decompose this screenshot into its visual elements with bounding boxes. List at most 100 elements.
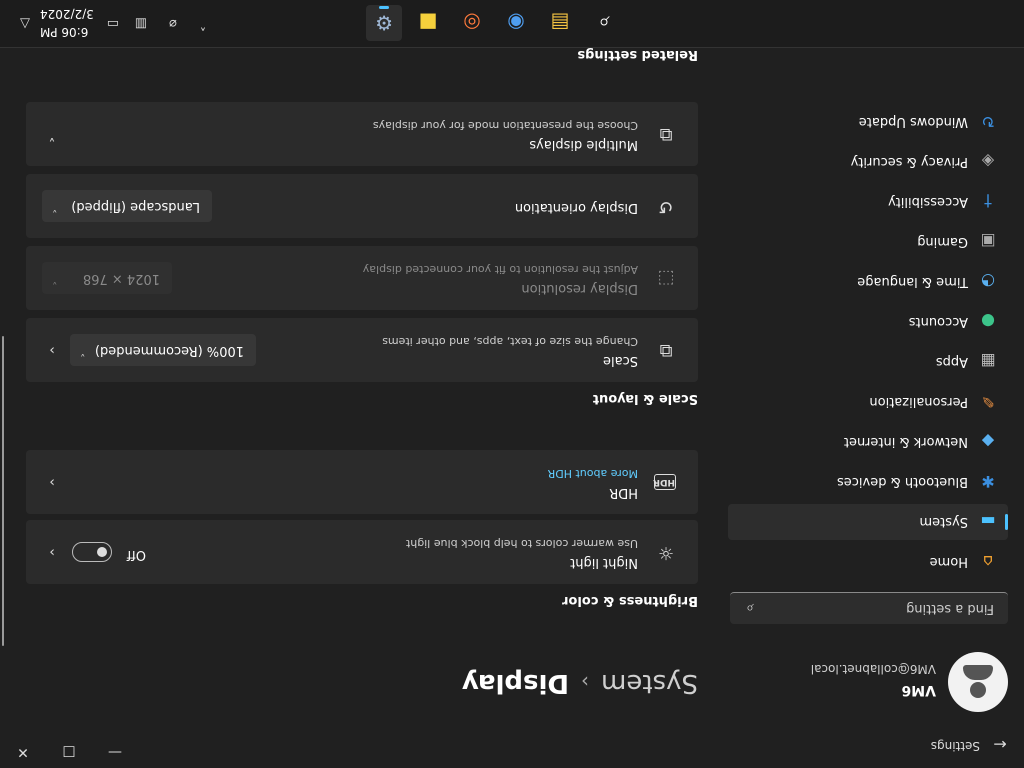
sidebar-item-label: Privacy & security xyxy=(850,154,968,170)
scale-dropdown[interactable]: 100% (Recommended) ˅ xyxy=(70,334,256,366)
hdr-more-link[interactable]: More about HDR xyxy=(548,467,638,480)
minimize-button[interactable]: — xyxy=(92,736,138,768)
toggle-knob xyxy=(97,547,107,557)
sidebar-item-label: Accounts xyxy=(908,314,968,330)
user-profile[interactable]: VM6 VM6@collabnet.local xyxy=(728,648,1008,712)
sidebar-item-network-internet[interactable]: ◆ Network & internet xyxy=(728,424,1008,460)
multiple-displays-card[interactable]: ⧉ Multiple displays Choose the presentat… xyxy=(26,102,698,166)
clock-date: 3/2/2024 xyxy=(40,7,94,21)
scale-value: 100% (Recommended) xyxy=(94,343,244,358)
sidebar-item-system[interactable]: ▬ System xyxy=(728,504,1008,540)
hdr-card[interactable]: HDR HDR More about HDR › xyxy=(26,450,698,514)
resolution-title: Display resolution xyxy=(521,281,638,296)
avatar-head xyxy=(970,682,986,698)
multiple-displays-title: Multiple displays xyxy=(529,137,638,152)
sidebar-item-accessibility[interactable]: † Accessibility xyxy=(728,184,1008,220)
sidebar-item-apps[interactable]: ▦ Apps xyxy=(728,344,1008,380)
network-icon: ◆ xyxy=(981,432,995,452)
orientation-icon: ↺ xyxy=(658,196,674,217)
home-icon: ⌂ xyxy=(982,552,994,572)
night-light-card[interactable]: ☼ Night light Use warmer colors to help … xyxy=(26,520,698,584)
sticky-notes-icon[interactable]: ■ xyxy=(410,5,446,41)
sidebar-item-label: Bluetooth & devices xyxy=(837,474,968,490)
night-light-state: Off xyxy=(126,547,146,562)
tray-overflow-chevron-icon[interactable]: ˄ xyxy=(192,13,214,33)
resolution-subtitle: Adjust the resolution to fit your connec… xyxy=(362,263,638,276)
firefox-icon[interactable]: ◎ xyxy=(454,5,490,41)
close-button[interactable]: ✕ xyxy=(0,736,46,768)
search-placeholder: Find a setting xyxy=(906,601,994,616)
sidebar-item-label: Accessibility xyxy=(888,194,968,210)
sun-icon: ☼ xyxy=(657,542,675,563)
sidebar-item-personalization[interactable]: ✎ Personalization xyxy=(728,384,1008,420)
chevron-right-icon[interactable]: › xyxy=(42,542,62,562)
accessibility-icon: † xyxy=(984,192,992,212)
back-button[interactable]: ← xyxy=(986,732,1014,756)
resolution-card: ⬚ Display resolution Adjust the resoluti… xyxy=(26,246,698,310)
notification-bell-icon[interactable]: △ xyxy=(14,13,36,33)
scrollbar[interactable] xyxy=(2,336,4,646)
sidebar-item-gaming[interactable]: ▣ Gaming xyxy=(728,224,1008,260)
chevron-down-icon: ˅ xyxy=(80,345,86,358)
sidebar-item-label: Gaming xyxy=(917,234,968,250)
app-title: Settings xyxy=(930,739,980,753)
maximize-button[interactable]: □ xyxy=(46,736,92,768)
section-scale-layout: Scale & layout xyxy=(592,391,698,406)
orientation-title: Display orientation xyxy=(514,200,638,215)
section-brightness: Brightness & color xyxy=(562,593,698,608)
search-icon[interactable]: ⌕ xyxy=(586,5,622,41)
hdr-title: HDR xyxy=(609,485,638,500)
search-box[interactable]: Find a setting ⌕ xyxy=(730,592,1008,624)
avatar-body xyxy=(963,665,993,680)
page-title: Display xyxy=(461,668,570,698)
sidebar-item-label: Home xyxy=(929,554,968,570)
chevron-down-icon: ˅ xyxy=(52,273,58,286)
sidebar-item-privacy-security[interactable]: ◈ Privacy & security xyxy=(728,144,1008,180)
orientation-card[interactable]: ↺ Display orientation Landscape (flipped… xyxy=(26,174,698,238)
bluetooth-icon: ✱ xyxy=(981,472,995,492)
orientation-value: Landscape (flipped) xyxy=(71,199,200,214)
accounts-icon: ● xyxy=(981,312,995,332)
chevron-down-icon[interactable]: ˅ xyxy=(42,124,62,144)
sidebar-item-label: Personalization xyxy=(869,394,968,410)
sidebar-item-home[interactable]: ⌂ Home xyxy=(728,544,1008,580)
scale-card[interactable]: ⧉ Scale Change the size of text, apps, a… xyxy=(26,318,698,382)
chevron-right-icon[interactable]: › xyxy=(42,340,62,360)
gamepad-icon: ▣ xyxy=(980,232,996,252)
user-email: VM6@collabnet.local xyxy=(810,662,936,676)
chrome-icon[interactable]: ◉ xyxy=(498,5,534,41)
sidebar-item-bluetooth-devices[interactable]: ✱ Bluetooth & devices xyxy=(728,464,1008,500)
navigation-pane: VM6 VM6@collabnet.local Find a setting ⌕… xyxy=(714,50,1024,720)
sidebar-item-accounts[interactable]: ● Accounts xyxy=(728,304,1008,340)
hdr-icon: HDR xyxy=(653,474,676,490)
multiple-displays-subtitle: Choose the presentation mode for your di… xyxy=(372,119,638,132)
resolution-dropdown: 1024 × 768 ˅ xyxy=(42,262,172,294)
clock[interactable]: 6:06 PM 3/2/2024 xyxy=(40,5,94,41)
sidebar-item-time-language[interactable]: ◔ Time & language xyxy=(728,264,1008,300)
breadcrumb-parent[interactable]: System xyxy=(601,668,698,698)
taskbar: ⌕ ▤ ◉ ◎ ■ ⚙ ˄ ⌀ ▥ ▭ 6:06 PM 3/2/2024 △ xyxy=(0,0,1024,48)
chevron-right-icon[interactable]: › xyxy=(42,472,62,492)
display-icon[interactable]: ▥ xyxy=(130,13,152,33)
scale-icon: ⧉ xyxy=(659,340,673,361)
title-bar: ← Settings — □ ✕ xyxy=(0,720,1024,768)
file-explorer-icon[interactable]: ▤ xyxy=(542,5,578,41)
scale-title: Scale xyxy=(603,353,638,368)
night-light-subtitle: Use warmer colors to help block blue lig… xyxy=(405,537,638,550)
sidebar-item-label: Time & language xyxy=(857,274,968,290)
sidebar-item-label: Network & internet xyxy=(843,434,968,450)
network-icon[interactable]: ⌀ xyxy=(162,13,184,33)
multiple-displays-icon: ⧉ xyxy=(659,124,673,145)
apps-icon: ▦ xyxy=(980,352,996,372)
sidebar-item-windows-update[interactable]: ↻ Windows Update xyxy=(728,104,1008,140)
breadcrumb: System › Display xyxy=(462,668,698,698)
night-light-toggle[interactable] xyxy=(72,542,112,562)
resolution-value: 1024 × 768 xyxy=(82,271,160,286)
breadcrumb-separator: › xyxy=(581,670,590,694)
settings-gear-icon[interactable]: ⚙ xyxy=(366,5,402,41)
orientation-dropdown[interactable]: Landscape (flipped) ˅ xyxy=(42,190,212,222)
brush-icon: ✎ xyxy=(981,392,995,412)
system-icon: ▬ xyxy=(980,512,996,532)
search-icon[interactable]: ⌕ xyxy=(740,598,760,618)
volume-icon[interactable]: ▭ xyxy=(102,13,124,33)
